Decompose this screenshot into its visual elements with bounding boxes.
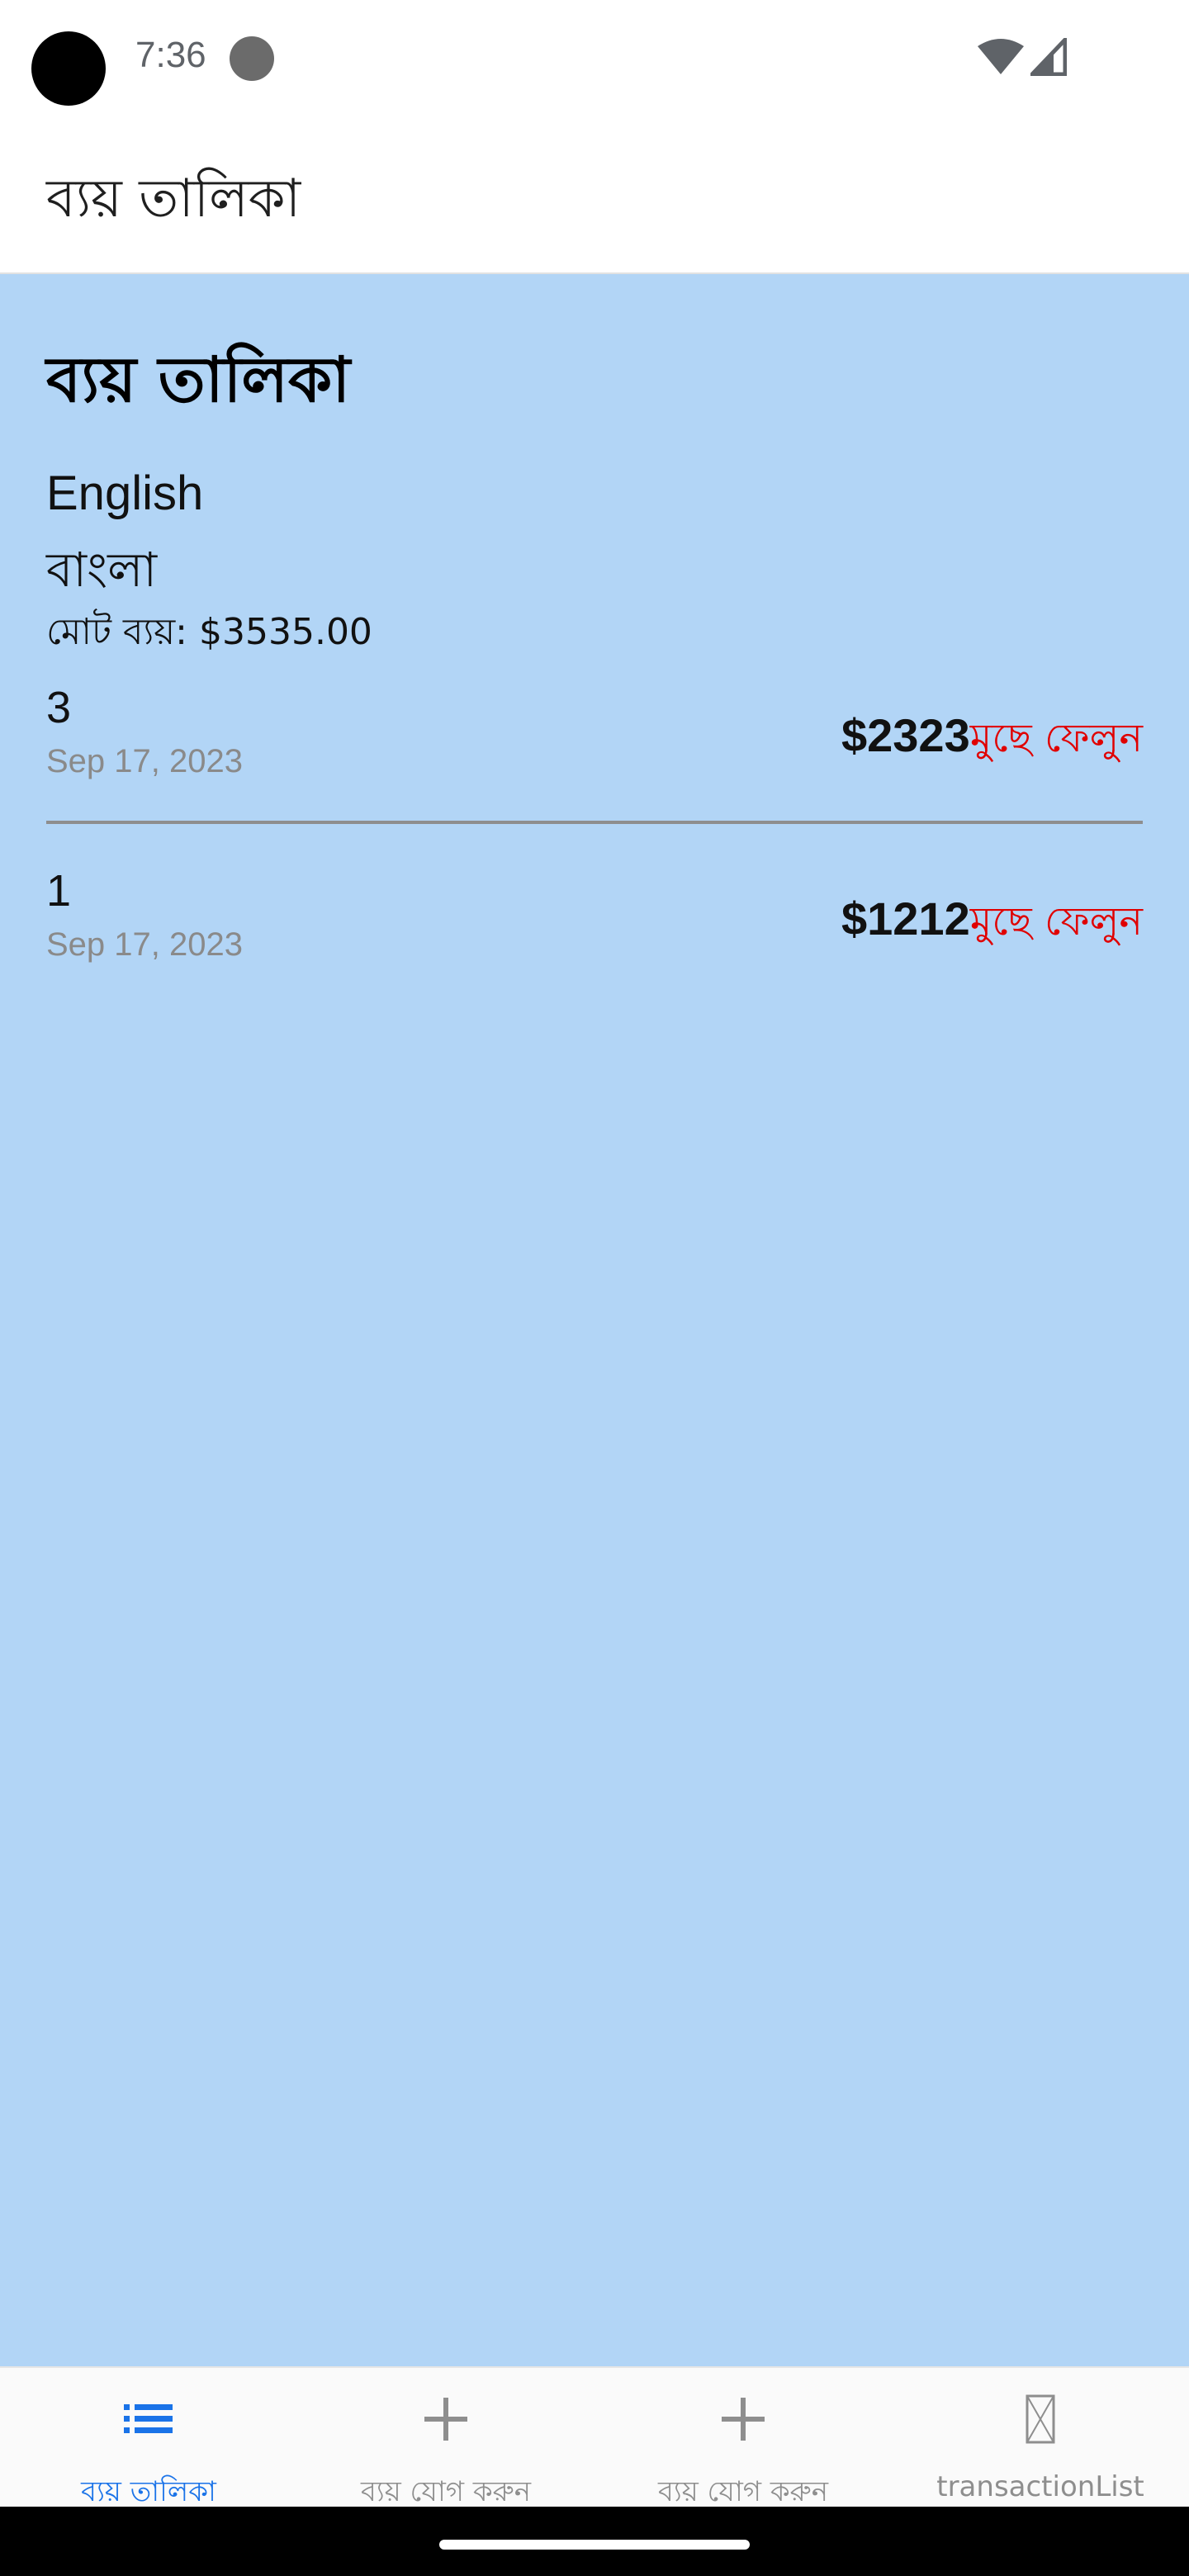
bottom-navigation: ব্যয় তালিকা ব্যয় যোগ করুন ব্যয় যোগ কর…: [0, 2366, 1189, 2508]
expense-amount: $2323: [841, 709, 970, 761]
total-expense: মোট ব্যয়: $3535.00: [46, 611, 372, 653]
expense-name: 1: [46, 866, 72, 916]
expense-date: Sep 17, 2023: [46, 926, 243, 963]
status-time: 7:36: [135, 35, 206, 75]
expense-actions: $2323 মুছে ফেলুন: [841, 708, 1143, 774]
expense-item: 3 Sep 17, 2023 $2323 মুছে ফেলুন: [46, 679, 1143, 836]
row-divider: [46, 821, 1143, 824]
plus-icon: [424, 2398, 467, 2441]
wifi-icon: [978, 39, 1024, 74]
expense-name: 3: [46, 683, 72, 732]
expense-item: 1 Sep 17, 2023 $1212 মুছে ফেলুন: [46, 862, 1143, 1019]
missing-image-icon: [1026, 2394, 1055, 2444]
list-icon: [124, 2404, 173, 2433]
page-heading: ব্যয় তালিকা: [46, 343, 351, 416]
plus-icon: [722, 2398, 765, 2441]
nav-tab-expense-list[interactable]: ব্যয় তালিকা: [0, 2368, 297, 2508]
nav-tab-add-expense-2[interactable]: ব্যয় যোগ করুন: [594, 2368, 892, 2508]
delete-button[interactable]: মুছে ফেলুন: [970, 892, 1143, 957]
notification-dot-icon: [230, 36, 274, 81]
cell-signal-icon: [1030, 38, 1067, 76]
expense-list-screen[interactable]: ব্যয় তালিকা English বাংলা মোট ব্যয়: $3…: [0, 274, 1189, 2366]
camera-cutout: [31, 31, 106, 106]
gesture-navigation-area: [0, 2507, 1189, 2576]
language-bangla-button[interactable]: বাংলা: [46, 533, 157, 613]
expense-date: Sep 17, 2023: [46, 743, 243, 779]
nav-tab-add-expense[interactable]: ব্যয় যোগ করুন: [297, 2368, 594, 2508]
nav-tab-transaction-list[interactable]: transactionList: [892, 2368, 1189, 2508]
nav-tab-label: transactionList: [936, 2470, 1144, 2503]
language-english-button[interactable]: English: [46, 466, 203, 521]
expense-actions: $1212 মুছে ফেলুন: [841, 892, 1143, 957]
app-bar-title: ব্যয় তালিকা: [46, 168, 301, 230]
expense-amount: $1212: [841, 893, 970, 945]
home-gesture-handle[interactable]: [439, 2540, 750, 2550]
delete-button[interactable]: মুছে ফেলুন: [970, 708, 1143, 774]
status-bar: 7:36: [0, 0, 1189, 116]
screen: 7:36 ব্যয় তালিকা ব্যয় তালিকা English ব…: [0, 0, 1189, 2576]
app-bar: ব্যয় তালিকা: [0, 116, 1189, 274]
